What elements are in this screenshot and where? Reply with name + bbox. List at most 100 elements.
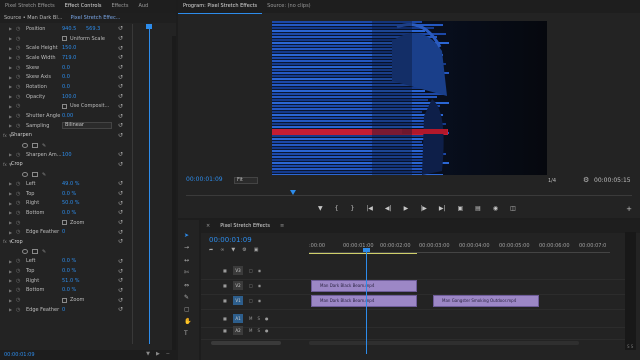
- fx-toggle-icon[interactable]: fx: [3, 239, 7, 244]
- stopwatch-icon[interactable]: ◷: [16, 268, 20, 274]
- property-value[interactable]: 0.0: [62, 65, 70, 71]
- stopwatch-icon[interactable]: ◷: [16, 74, 20, 80]
- property-value[interactable]: 100.0: [62, 94, 76, 100]
- property-value[interactable]: 0.0 %: [62, 191, 76, 197]
- fx-toggle-icon[interactable]: fx: [3, 133, 7, 138]
- rectangle-tool-icon[interactable]: ▢: [184, 306, 190, 313]
- mark-out-icon[interactable]: }: [350, 205, 354, 212]
- lock-icon[interactable]: ■: [223, 268, 227, 273]
- timeline-clip[interactable]: Man Dark Black Beam.mp4: [311, 280, 417, 292]
- go-to-out-icon[interactable]: ▶|: [439, 205, 446, 212]
- stopwatch-icon[interactable]: ◷: [16, 26, 20, 32]
- disclosure-icon[interactable]: ▶: [9, 201, 12, 206]
- track-label[interactable]: V1: [233, 296, 243, 305]
- property-value[interactable]: 0.0 %: [62, 287, 76, 293]
- program-tab-1[interactable]: Source: (no clips): [262, 0, 315, 13]
- timeline-timecode[interactable]: 00:00:01:09: [209, 236, 252, 244]
- effect-tab-0[interactable]: Pixel Stretch Effects: [0, 0, 60, 13]
- stopwatch-icon[interactable]: ◷: [16, 65, 20, 71]
- disclosure-icon[interactable]: ▶: [9, 84, 12, 89]
- reset-icon[interactable]: ↺: [118, 190, 123, 197]
- extract-icon[interactable]: ▤: [475, 205, 481, 212]
- mark-in-icon[interactable]: {: [335, 205, 339, 212]
- stopwatch-icon[interactable]: ◷: [16, 191, 20, 197]
- selection-tool-icon[interactable]: ➤: [184, 232, 189, 239]
- property-value[interactable]: 0: [62, 307, 65, 313]
- property-value[interactable]: 0.00: [62, 113, 73, 119]
- disclosure-icon[interactable]: ▶: [9, 288, 12, 293]
- ec-timecode[interactable]: 00:00:01:09: [0, 352, 35, 358]
- stopwatch-icon[interactable]: ◷: [16, 103, 20, 109]
- step-forward-icon[interactable]: |▶: [420, 205, 427, 212]
- eye-icon[interactable]: ◉: [258, 283, 262, 288]
- step-back-icon[interactable]: ◀|: [385, 205, 392, 212]
- type-tool-icon[interactable]: T: [184, 330, 188, 337]
- property-value[interactable]: 0.0 %: [62, 268, 76, 274]
- reset-icon[interactable]: ↺: [118, 238, 123, 245]
- disclosure-icon[interactable]: ▶: [9, 75, 12, 80]
- ellipse-mask-icon[interactable]: [22, 171, 28, 177]
- fit-select[interactable]: Fit: [234, 177, 258, 184]
- disclosure-icon[interactable]: ▶: [9, 269, 12, 274]
- reset-icon[interactable]: ↺: [118, 161, 123, 168]
- property-value[interactable]: 50.0 %: [62, 200, 79, 206]
- ellipse-mask-icon[interactable]: [22, 142, 28, 148]
- stopwatch-icon[interactable]: ◷: [16, 220, 20, 226]
- pen-mask-icon[interactable]: ✎: [42, 143, 48, 149]
- disclosure-icon[interactable]: ▶: [9, 36, 12, 41]
- stopwatch-icon[interactable]: ◷: [16, 181, 20, 187]
- timeline-clip[interactable]: Man Gangster Smoking Outdoor.mp4: [433, 295, 539, 307]
- property-value[interactable]: 940.5: [62, 26, 76, 32]
- stopwatch-icon[interactable]: ◷: [16, 84, 20, 90]
- captions-icon[interactable]: ▣: [254, 247, 259, 253]
- reset-icon[interactable]: ↺: [118, 35, 123, 42]
- property-select[interactable]: Bilinear: [62, 122, 112, 130]
- reset-icon[interactable]: ↺: [118, 93, 123, 100]
- program-timecode[interactable]: 00:00:01:09: [186, 176, 223, 183]
- disclosure-icon[interactable]: ▶: [9, 191, 12, 196]
- lock-icon[interactable]: ■: [223, 298, 227, 303]
- disclosure-icon[interactable]: ▶: [9, 65, 12, 70]
- slip-tool-icon[interactable]: ⇔: [184, 282, 189, 289]
- linked-selection-icon[interactable]: ∞: [220, 247, 224, 253]
- reset-icon[interactable]: ↺: [118, 45, 123, 52]
- stopwatch-icon[interactable]: ◷: [16, 278, 20, 284]
- effect-tab-1[interactable]: Effect Controls: [59, 0, 107, 14]
- fx-toggle-icon[interactable]: fx: [3, 162, 7, 167]
- reset-icon[interactable]: ↺: [118, 219, 123, 226]
- property-value[interactable]: 0.0 %: [62, 258, 76, 264]
- reset-icon[interactable]: ↺: [118, 83, 123, 90]
- stopwatch-icon[interactable]: ◷: [16, 123, 20, 129]
- stopwatch-icon[interactable]: ◷: [16, 307, 20, 313]
- reset-icon[interactable]: ↺: [118, 209, 123, 216]
- stopwatch-icon[interactable]: ◷: [16, 152, 20, 158]
- reset-icon[interactable]: ↺: [118, 113, 123, 120]
- disclosure-icon[interactable]: ▶: [9, 259, 12, 264]
- reset-icon[interactable]: ↺: [118, 151, 123, 158]
- property-value[interactable]: 100: [62, 152, 72, 158]
- hand-tool-icon[interactable]: ✋: [184, 318, 191, 325]
- pen-mask-icon[interactable]: ✎: [42, 249, 48, 255]
- keyframe-nav-icon[interactable]: ▶: [156, 351, 160, 357]
- mute-icon[interactable]: M: [249, 316, 252, 321]
- track-label[interactable]: V3: [233, 266, 243, 275]
- lock-icon[interactable]: ■: [223, 316, 227, 321]
- disclosure-icon[interactable]: ▶: [9, 114, 12, 119]
- timeline-hscroll[interactable]: [309, 341, 579, 345]
- wrench-icon[interactable]: ⚙: [242, 247, 246, 253]
- mic-icon[interactable]: ●: [265, 328, 269, 333]
- playback-resolution[interactable]: 1/4: [548, 178, 556, 184]
- reset-icon[interactable]: ↺: [118, 297, 123, 304]
- disclosure-icon[interactable]: ▶: [9, 94, 12, 99]
- sync-lock-icon[interactable]: □: [249, 298, 253, 303]
- source-label[interactable]: Source • Man Dark Bl...: [0, 15, 62, 21]
- property-value-2[interactable]: 569.3: [86, 26, 100, 32]
- track-label[interactable]: V2: [233, 281, 243, 290]
- property-value[interactable]: 719.0: [62, 55, 76, 61]
- stopwatch-icon[interactable]: ◷: [16, 55, 20, 61]
- reset-icon[interactable]: ↺: [118, 103, 123, 110]
- eye-icon[interactable]: ◉: [258, 268, 262, 273]
- stopwatch-icon[interactable]: ◷: [16, 94, 20, 100]
- camera-icon[interactable]: ◉: [493, 205, 498, 212]
- solo-icon[interactable]: S: [257, 328, 260, 333]
